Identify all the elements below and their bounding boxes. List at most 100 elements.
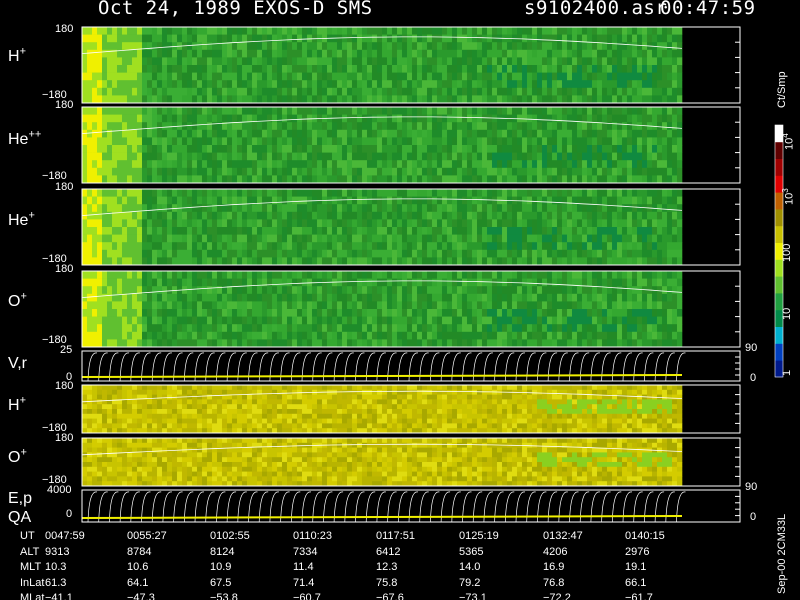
heat-cell [567, 57, 573, 66]
heat-cell [547, 271, 553, 279]
heat-cell [607, 152, 613, 161]
heat-cell [262, 122, 268, 131]
heat-cell [412, 122, 418, 131]
heat-cell [217, 160, 223, 169]
heat-cell [362, 80, 368, 89]
heat-cell [517, 227, 523, 235]
heat-cell [287, 72, 293, 81]
heat-cell [617, 301, 623, 310]
heat-cell [272, 114, 278, 123]
heat-cell [387, 242, 393, 251]
heat-cell [137, 211, 143, 220]
heat-cell [512, 95, 518, 104]
heat-cell [492, 293, 498, 302]
heat-cell [607, 257, 613, 266]
heat-cell [272, 72, 278, 81]
heat-cell [182, 49, 188, 58]
heat-cell [597, 107, 603, 115]
heat-cell [222, 331, 228, 340]
heat-cell [542, 242, 548, 251]
heat-cell [327, 49, 333, 58]
heat-cell [332, 95, 338, 104]
heat-cell [502, 293, 508, 302]
heat-cell [432, 129, 438, 138]
heat-cell [147, 204, 153, 213]
heat-cell [377, 339, 383, 348]
heat-cell [92, 167, 98, 176]
heat-cell [527, 249, 533, 258]
heat-cell [657, 331, 663, 340]
heat-cell [87, 249, 93, 258]
heat-cell [542, 95, 548, 104]
heat-cell [562, 286, 568, 295]
heat-cell [152, 80, 158, 89]
heat-cell [602, 257, 608, 266]
heat-cell [402, 339, 408, 348]
heat-cell [102, 257, 108, 266]
heat-cell [217, 278, 223, 287]
heat-cell [167, 65, 173, 73]
heat-cell [317, 301, 323, 310]
heat-cell [562, 339, 568, 348]
heat-cell [272, 189, 278, 197]
heat-cell [207, 107, 213, 115]
heat-cell [627, 65, 633, 73]
heat-cell [272, 57, 278, 66]
heat-cell [577, 27, 583, 35]
heat-cell [297, 293, 303, 302]
heat-cell [302, 49, 308, 58]
heat-cell [502, 227, 508, 235]
heat-cell [302, 324, 308, 333]
heat-cell [82, 219, 88, 228]
heat-cell [352, 234, 358, 243]
heat-cell [247, 219, 253, 228]
heat-cell [577, 293, 583, 302]
heat-cell [337, 278, 343, 287]
heat-cell [222, 114, 228, 123]
heat-cell [572, 167, 578, 176]
heat-cell [247, 175, 253, 184]
heat-cell [667, 204, 673, 213]
heat-cell [617, 278, 623, 287]
heat-cell [182, 27, 188, 35]
heat-cell [167, 49, 173, 58]
heat-cell [87, 324, 93, 333]
heat-cell [462, 160, 468, 169]
heat-cell [257, 95, 263, 104]
heat-cell [167, 271, 173, 279]
heat-cell [562, 257, 568, 266]
heat-cell [637, 219, 643, 228]
heat-cell [262, 145, 268, 153]
heat-cell [102, 211, 108, 220]
heat-cell [627, 72, 633, 81]
heat-cell [602, 34, 608, 43]
heat-cell [222, 57, 228, 66]
heat-cell [82, 42, 88, 51]
heat-cell [587, 271, 593, 279]
heat-cell [232, 65, 238, 73]
heat-cell [437, 219, 443, 228]
heat-cell [202, 49, 208, 58]
heat-cell [517, 175, 523, 184]
heat-cell [352, 114, 358, 123]
heat-cell [467, 72, 473, 81]
heat-cell [517, 219, 523, 228]
heat-cell [322, 42, 328, 51]
heat-cell [322, 160, 328, 169]
heat-cell [382, 219, 388, 228]
heat-cell [302, 87, 308, 96]
heat-cell [567, 80, 573, 89]
heat-cell [612, 95, 618, 104]
heat-cell [102, 145, 108, 153]
heat-cell [302, 42, 308, 51]
heat-cell [122, 87, 128, 96]
heat-cell [337, 309, 343, 317]
heat-cell [182, 87, 188, 96]
heat-cell [607, 219, 613, 228]
heat-cell [132, 65, 138, 73]
heat-cell [282, 49, 288, 58]
heat-cell [152, 286, 158, 295]
heat-cell [567, 189, 573, 197]
heat-cell [247, 65, 253, 73]
heat-cell [452, 129, 458, 138]
